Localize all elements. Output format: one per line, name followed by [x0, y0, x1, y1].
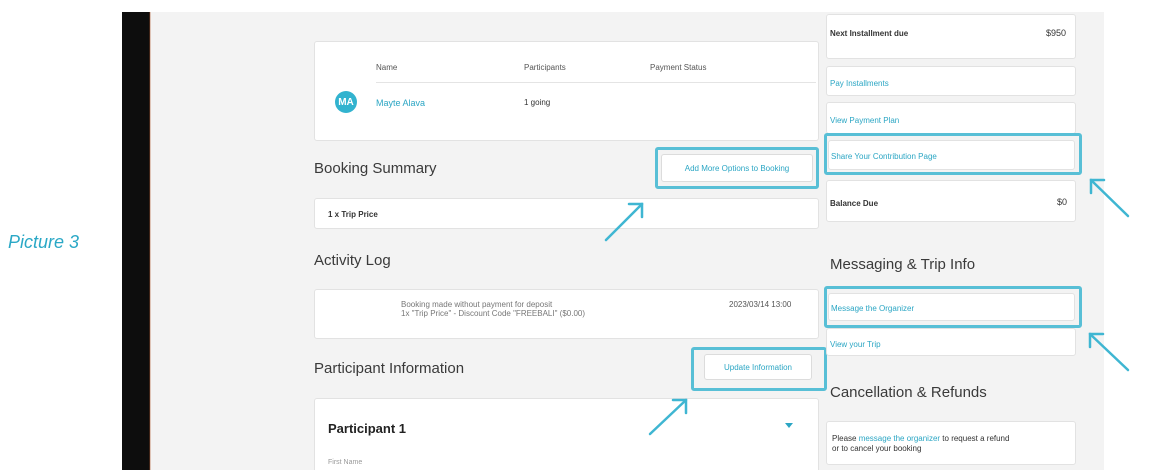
table-header-divider — [376, 82, 816, 83]
highlight-update-information — [691, 347, 827, 391]
next-installment-label: Next Installment due — [830, 29, 909, 38]
balance-due-value: $0 — [1056, 197, 1067, 207]
table-header-participants: Participants — [524, 63, 566, 72]
cancellation-card: Please message the organizer to request … — [826, 421, 1076, 465]
participant-name-link[interactable]: Mayte Alava — [376, 98, 425, 108]
cancellation-text: Please message the organizer to request … — [832, 434, 1012, 454]
cancellation-text-before: Please — [832, 434, 859, 443]
booking-page: Name Participants Payment Status MA Mayt… — [151, 12, 1104, 470]
chevron-down-icon[interactable] — [785, 423, 793, 428]
window-frame — [122, 12, 150, 470]
message-organizer-inline-link[interactable]: message the organizer — [859, 434, 940, 443]
view-trip-card[interactable]: View your Trip — [826, 328, 1076, 356]
highlight-share-contribution — [824, 133, 1082, 175]
table-header-name: Name — [376, 63, 398, 72]
booking-summary-title: Booking Summary — [314, 160, 437, 177]
first-name-label: First Name — [328, 459, 363, 466]
activity-entry-line1: Booking made without payment for deposit — [401, 300, 553, 309]
picture-caption: Picture 3 — [8, 232, 80, 252]
balance-due-card: Balance Due $0 — [826, 180, 1076, 222]
booking-line-item: 1 x Trip Price — [328, 210, 378, 219]
highlight-message-organizer — [824, 286, 1082, 328]
view-payment-plan-card[interactable]: View Payment Plan — [826, 102, 1076, 134]
participants-card: Name Participants Payment Status MA Mayt… — [314, 41, 819, 141]
pay-installments-card[interactable]: Pay Installments — [826, 66, 1076, 96]
next-installment-card: Next Installment due $950 — [826, 14, 1076, 59]
view-payment-plan-link[interactable]: View Payment Plan — [830, 116, 899, 125]
pay-installments-link[interactable]: Pay Installments — [830, 79, 889, 88]
participant-info-title: Participant Information — [314, 360, 465, 377]
activity-entry-line2: 1x "Trip Price" - Discount Code "FREEBAL… — [401, 309, 586, 318]
table-row[interactable]: MA Mayte Alava 1 going — [315, 87, 820, 117]
booking-summary-card: 1 x Trip Price — [314, 198, 819, 229]
table-header-payment-status: Payment Status — [650, 63, 707, 72]
view-trip-link[interactable]: View your Trip — [830, 340, 881, 349]
activity-log-title: Activity Log — [314, 252, 391, 269]
messaging-title: Messaging & Trip Info — [830, 256, 976, 273]
participant-card: Participant 1 First Name — [314, 398, 819, 470]
highlight-add-options — [655, 147, 819, 189]
avatar: MA — [335, 91, 357, 113]
participant-heading: Participant 1 — [328, 421, 407, 436]
participant-count: 1 going — [524, 98, 551, 107]
cancellation-title: Cancellation & Refunds — [830, 384, 987, 401]
next-installment-value: $950 — [1045, 28, 1066, 38]
activity-entry-date: 2023/03/14 13:00 — [729, 300, 792, 309]
activity-log-card: Booking made without payment for deposit… — [314, 289, 819, 339]
balance-due-label: Balance Due — [830, 199, 879, 208]
